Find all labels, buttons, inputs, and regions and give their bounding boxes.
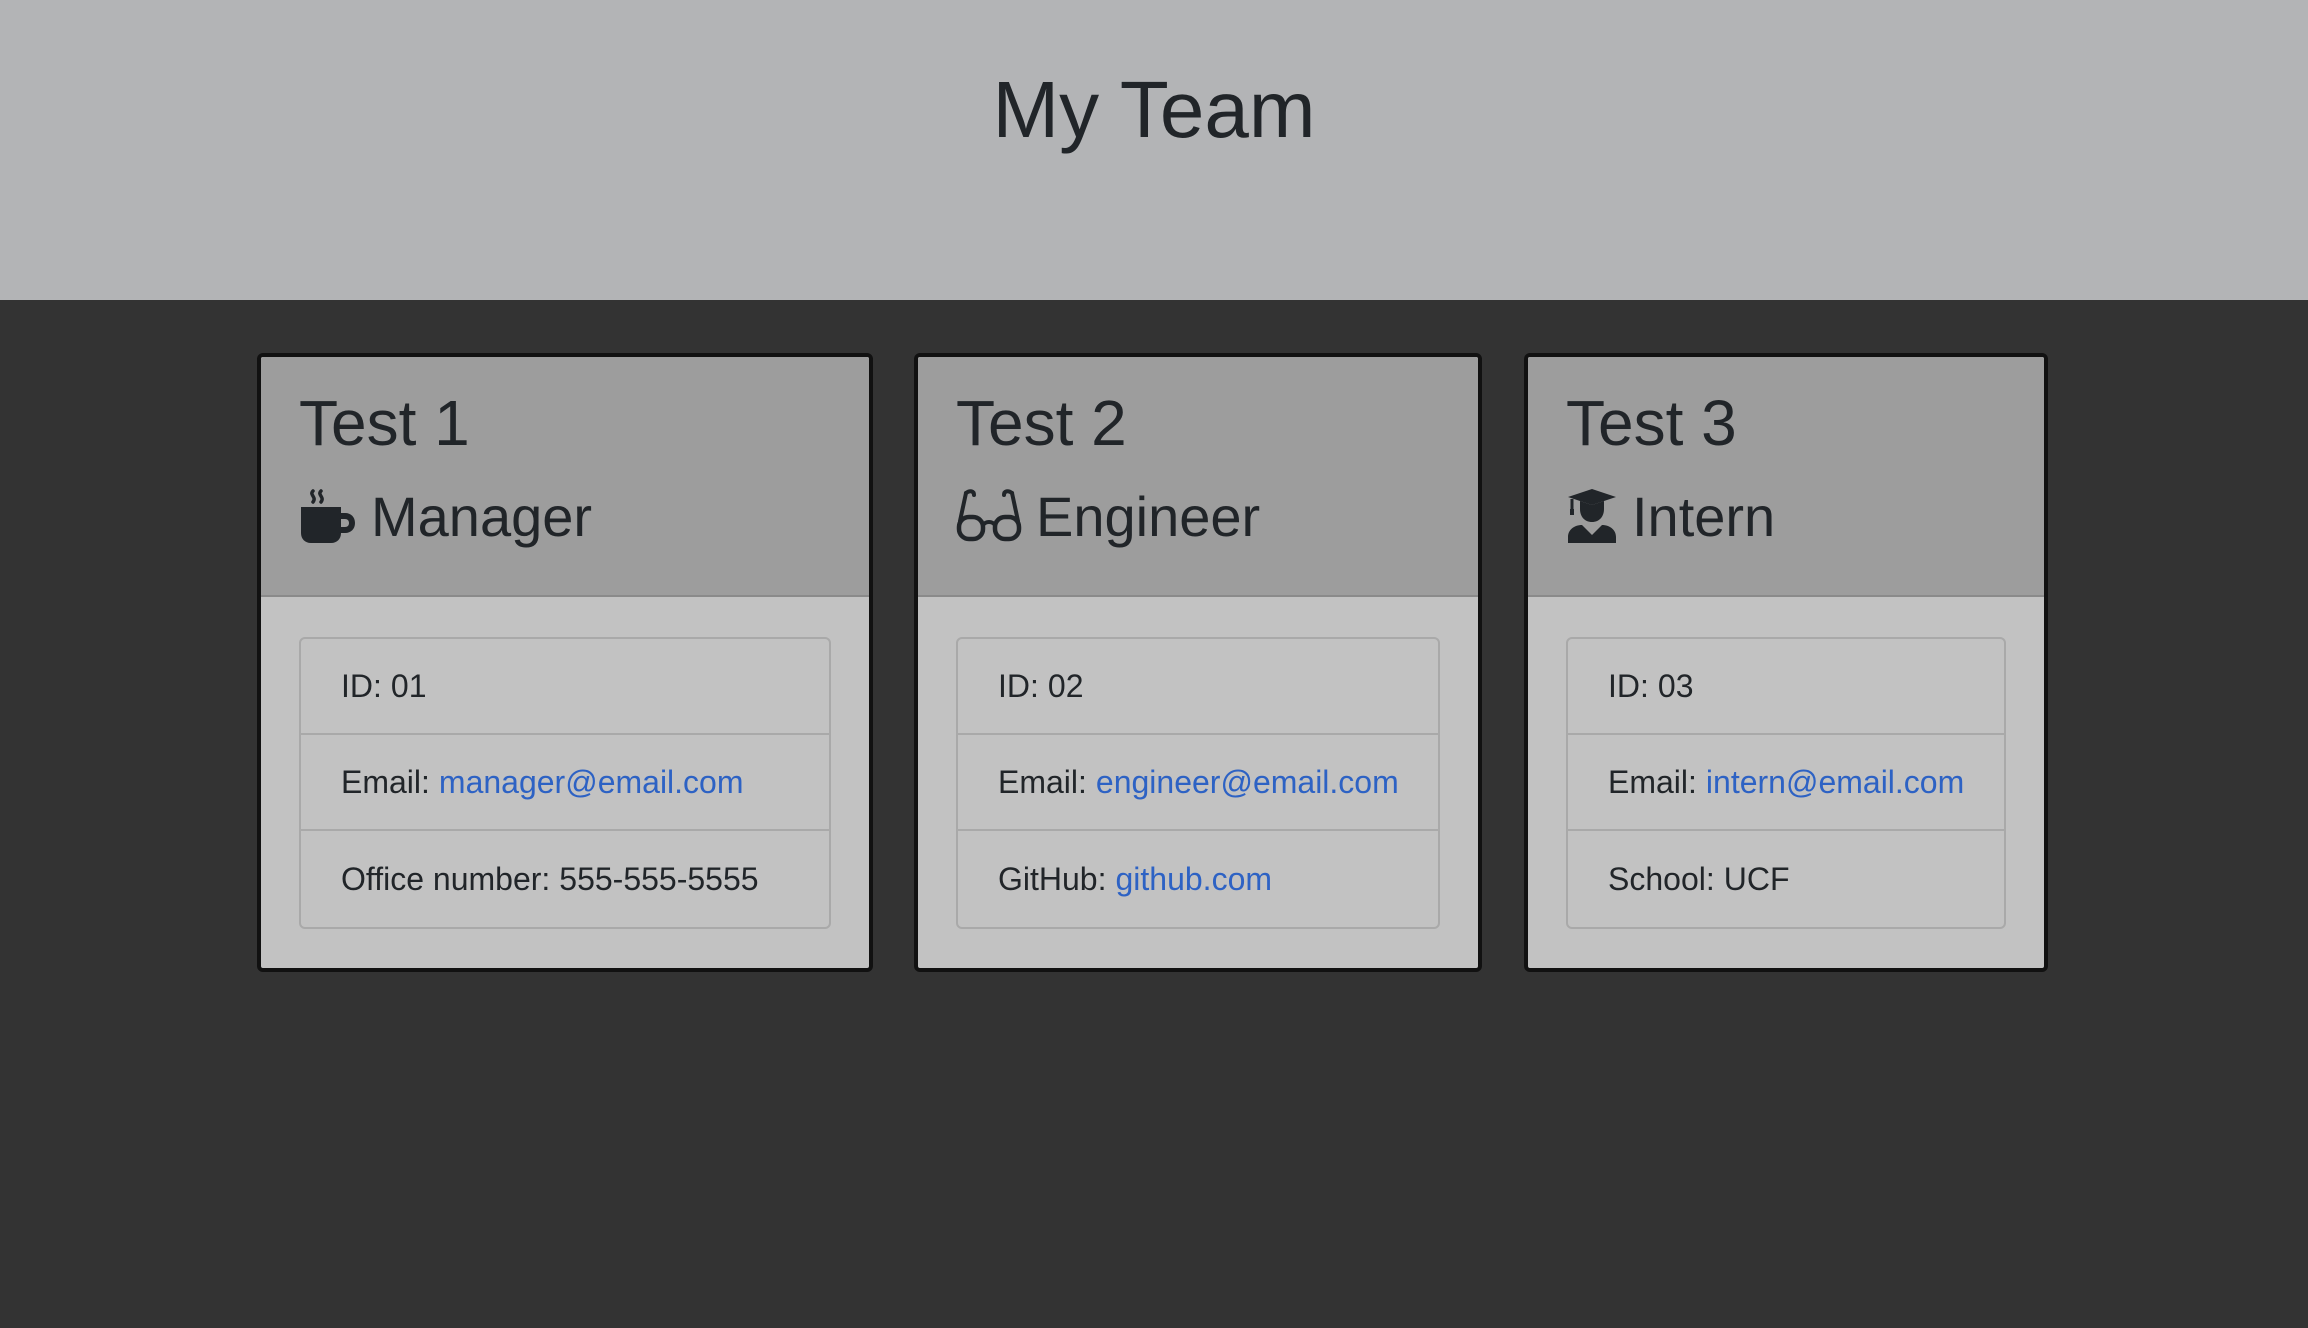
- graduate-icon: [1566, 487, 1618, 545]
- list-item-id: ID: 01: [301, 639, 829, 735]
- email-link[interactable]: engineer@email.com: [1096, 764, 1399, 801]
- list-item-email: Email: manager@email.com: [301, 735, 829, 831]
- page-title: My Team: [992, 65, 1316, 154]
- employee-card-intern: Test 3 Intern ID: 03 Email: intern@email…: [1524, 353, 2048, 972]
- card-header: Test 3 Intern: [1528, 357, 2044, 597]
- card-header: Test 2 Engineer: [918, 357, 1478, 597]
- role-label: Engineer: [1036, 484, 1261, 548]
- github-link[interactable]: github.com: [1115, 861, 1272, 898]
- employee-role: Engineer: [956, 483, 1260, 549]
- employee-name: Test 2: [956, 387, 1127, 459]
- employee-card-manager: Test 1 Manager ID: 01 Email: manager@ema…: [257, 353, 873, 972]
- school-value: UCF: [1723, 860, 1790, 897]
- employee-card-engineer: Test 2 Engineer ID: 02 Email: engineer@e…: [914, 353, 1482, 972]
- role-label: Manager: [371, 484, 593, 548]
- page-header: My Team: [0, 0, 2308, 300]
- school-label: School:: [1608, 860, 1715, 897]
- employee-role: Intern: [1566, 483, 1775, 549]
- id-label: ID:: [341, 667, 382, 704]
- list-item-office-number: Office number: 555-555-5555: [301, 831, 829, 927]
- list-item-github: GitHub: github.com: [958, 831, 1438, 927]
- coffee-mug-icon: [299, 487, 357, 545]
- list-item-email: Email: intern@email.com: [1568, 735, 2004, 831]
- employee-details-list: ID: 01 Email: manager@email.com Office n…: [299, 637, 831, 929]
- list-item-school: School: UCF: [1568, 831, 2004, 927]
- list-item-email: Email: engineer@email.com: [958, 735, 1438, 831]
- email-label: Email:: [998, 763, 1087, 800]
- employee-role: Manager: [299, 483, 592, 549]
- office-number-label: Office number:: [341, 860, 551, 897]
- list-item-id: ID: 03: [1568, 639, 2004, 735]
- employee-details-list: ID: 02 Email: engineer@email.com GitHub:…: [956, 637, 1440, 929]
- card-header: Test 1 Manager: [261, 357, 869, 597]
- employee-name: Test 1: [299, 387, 470, 459]
- id-value: 03: [1657, 667, 1694, 704]
- office-number-value: 555-555-5555: [559, 860, 759, 897]
- employee-name: Test 3: [1566, 387, 1737, 459]
- email-link[interactable]: intern@email.com: [1706, 764, 1964, 801]
- id-label: ID:: [998, 667, 1039, 704]
- id-value: 02: [1047, 667, 1084, 704]
- email-label: Email:: [341, 763, 430, 800]
- role-label: Intern: [1632, 484, 1776, 548]
- employee-details-list: ID: 03 Email: intern@email.com School: U…: [1566, 637, 2006, 929]
- glasses-icon: [956, 487, 1022, 545]
- email-label: Email:: [1608, 763, 1697, 800]
- list-item-id: ID: 02: [958, 639, 1438, 735]
- email-link[interactable]: manager@email.com: [439, 764, 744, 801]
- id-label: ID:: [1608, 667, 1649, 704]
- github-label: GitHub:: [998, 860, 1107, 897]
- id-value: 01: [390, 667, 427, 704]
